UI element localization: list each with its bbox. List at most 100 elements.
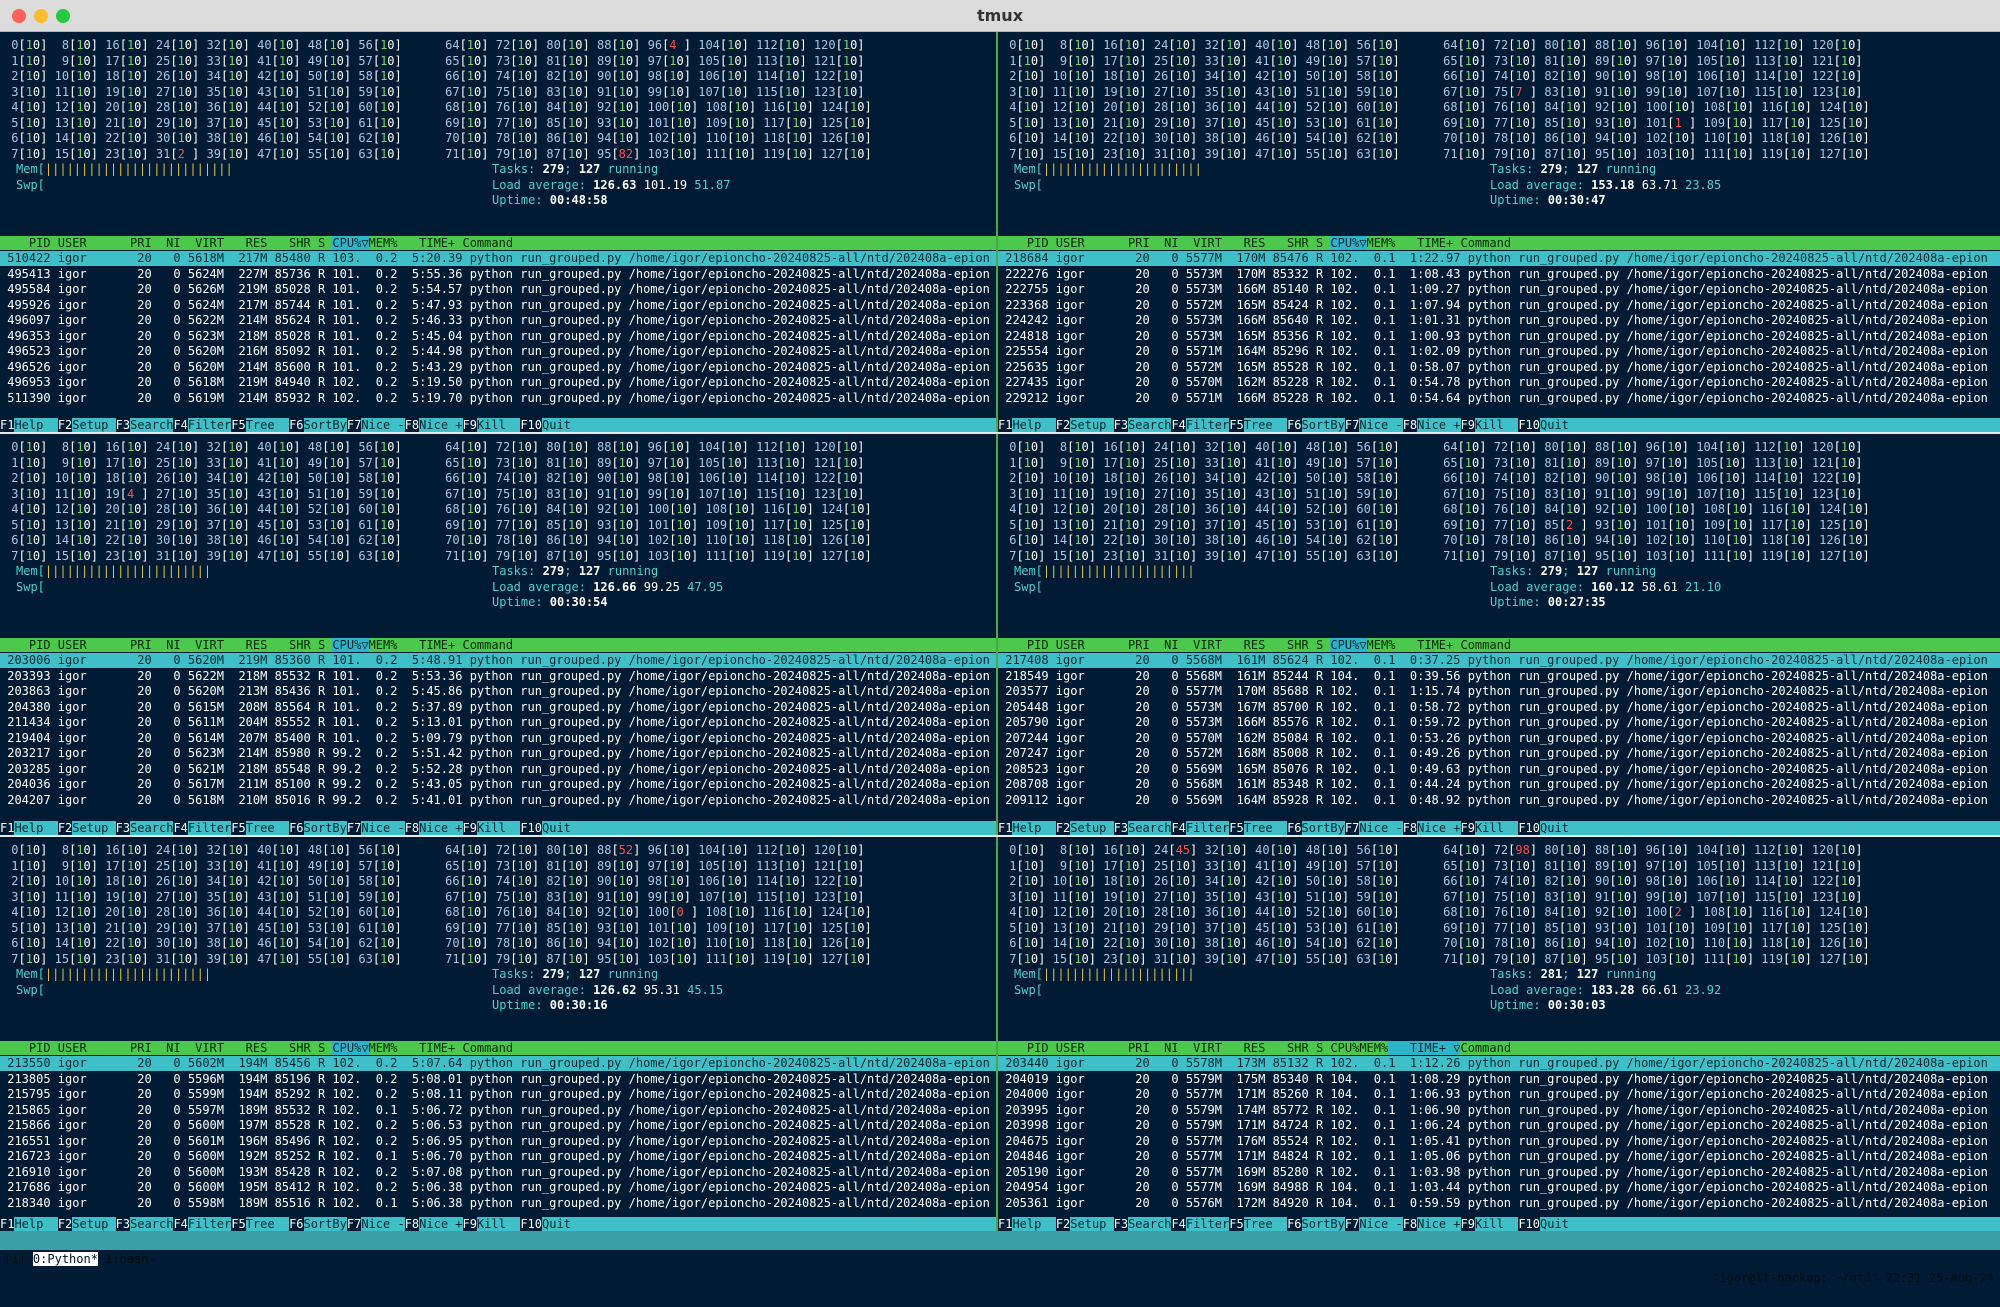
process-row[interactable]: 208523 igor 20 0 5569M 165M 85076 R 102.… bbox=[998, 762, 2000, 777]
column-header-user[interactable]: USER bbox=[1056, 638, 1128, 652]
column-header-shr[interactable]: SHR bbox=[1265, 638, 1309, 652]
function-key-f3[interactable]: F3Search bbox=[115, 418, 174, 432]
function-key-f3[interactable]: F3Search bbox=[115, 821, 174, 835]
htop-pane[interactable]: 0[10] 8[10] 16[10] 24[10] 32[10] 40[10] … bbox=[998, 32, 2000, 432]
column-header-pid[interactable]: PID bbox=[0, 236, 58, 250]
function-key-f10[interactable]: F10Quit bbox=[1518, 418, 1569, 432]
function-key-f4[interactable]: F4Filter bbox=[1171, 821, 1230, 835]
column-header-res[interactable]: RES bbox=[224, 236, 268, 250]
function-key-f7[interactable]: F7Nice - bbox=[346, 1217, 405, 1231]
process-row[interactable]: 223368 igor 20 0 5572M 165M 85424 R 102.… bbox=[998, 298, 2000, 313]
function-key-f8[interactable]: F8Nice + bbox=[404, 821, 463, 835]
function-key-f2[interactable]: F2Setup bbox=[1055, 821, 1114, 835]
column-header-cpu[interactable]: CPU% bbox=[332, 236, 362, 250]
column-header-command[interactable]: Command bbox=[462, 236, 513, 250]
column-header-mem[interactable]: MEM% bbox=[1367, 638, 1396, 652]
function-key-f7[interactable]: F7Nice - bbox=[1344, 821, 1403, 835]
column-header-pri[interactable]: PRI bbox=[130, 638, 152, 652]
column-header-command[interactable]: Command bbox=[1460, 638, 1511, 652]
function-key-f7[interactable]: F7Nice - bbox=[346, 418, 405, 432]
process-row[interactable]: 222755 igor 20 0 5573M 166M 85140 R 102.… bbox=[998, 282, 2000, 297]
process-row[interactable]: 224242 igor 20 0 5573M 166M 85640 R 102.… bbox=[998, 313, 2000, 328]
column-header-virt[interactable]: VIRT bbox=[1179, 638, 1222, 652]
function-key-f7[interactable]: F7Nice - bbox=[346, 821, 405, 835]
function-key-f10[interactable]: F10Quit bbox=[1518, 821, 1569, 835]
function-key-f8[interactable]: F8Nice + bbox=[404, 418, 463, 432]
column-header-pri[interactable]: PRI bbox=[1128, 638, 1150, 652]
column-header-ni[interactable]: NI bbox=[1150, 236, 1178, 250]
column-header-ni[interactable]: NI bbox=[152, 638, 180, 652]
column-header-cpu[interactable]: CPU% bbox=[332, 638, 362, 652]
column-header-cpu[interactable]: CPU% bbox=[1330, 638, 1360, 652]
function-key-f9[interactable]: F9Kill bbox=[1460, 418, 1519, 432]
htop-pane[interactable]: 0[10] 8[10] 16[10] 24[10] 32[10] 40[10] … bbox=[0, 434, 996, 835]
process-row[interactable]: 218340 igor 20 0 5598M 189M 85516 R 102.… bbox=[0, 1196, 996, 1211]
function-key-f1[interactable]: F1Help bbox=[998, 821, 1056, 835]
column-header-ni[interactable]: NI bbox=[152, 236, 180, 250]
function-key-f2[interactable]: F2Setup bbox=[1055, 418, 1114, 432]
function-key-f3[interactable]: F3Search bbox=[1113, 418, 1172, 432]
column-header-s[interactable]: S bbox=[1309, 638, 1331, 652]
column-header-time[interactable]: TIME+ bbox=[397, 1041, 462, 1055]
function-key-f6[interactable]: F6SortBy bbox=[1287, 418, 1345, 432]
function-key-f5[interactable]: F5Tree bbox=[1229, 418, 1288, 432]
column-header-ni[interactable]: NI bbox=[152, 1041, 180, 1055]
column-header-mem[interactable]: MEM% bbox=[1367, 236, 1396, 250]
column-header-virt[interactable]: VIRT bbox=[181, 1041, 224, 1055]
process-row[interactable]: 222276 igor 20 0 5573M 170M 85332 R 102.… bbox=[998, 267, 2000, 282]
process-row[interactable]: 203217 igor 20 0 5623M 214M 85980 R 99.2… bbox=[0, 746, 996, 761]
column-header-user[interactable]: USER bbox=[58, 1041, 130, 1055]
function-key-f10[interactable]: F10Quit bbox=[520, 418, 571, 432]
column-header-mem[interactable]: MEM% bbox=[369, 638, 398, 652]
function-key-f9[interactable]: F9Kill bbox=[1460, 821, 1519, 835]
process-row[interactable]: 215866 igor 20 0 5600M 197M 85528 R 102.… bbox=[0, 1118, 996, 1133]
column-header-s[interactable]: S bbox=[311, 236, 333, 250]
column-header-s[interactable]: S bbox=[1309, 236, 1331, 250]
function-key-f8[interactable]: F8Nice + bbox=[404, 1217, 463, 1231]
process-row[interactable]: 496526 igor 20 0 5620M 214M 85600 R 101.… bbox=[0, 360, 996, 375]
function-key-f1[interactable]: F1Help bbox=[0, 418, 58, 432]
function-key-f9[interactable]: F9Kill bbox=[462, 418, 521, 432]
process-row[interactable]: 496523 igor 20 0 5620M 216M 85092 R 101.… bbox=[0, 344, 996, 359]
function-key-f7[interactable]: F7Nice - bbox=[1344, 418, 1403, 432]
function-key-f2[interactable]: F2Setup bbox=[57, 1217, 116, 1231]
process-row[interactable]: 496953 igor 20 0 5618M 219M 84940 R 102.… bbox=[0, 375, 996, 390]
column-header-pri[interactable]: PRI bbox=[130, 236, 152, 250]
column-header-time[interactable]: TIME+ bbox=[1395, 236, 1460, 250]
column-header-mem[interactable]: MEM% bbox=[369, 236, 398, 250]
column-header-cpu[interactable]: CPU% bbox=[1330, 236, 1360, 250]
column-header-cpu[interactable]: CPU% bbox=[332, 1041, 362, 1055]
column-header-ni[interactable]: NI bbox=[1150, 638, 1178, 652]
process-row[interactable]: 511390 igor 20 0 5619M 214M 85932 R 102.… bbox=[0, 391, 996, 406]
process-row[interactable]: 216551 igor 20 0 5601M 196M 85496 R 102.… bbox=[0, 1134, 996, 1149]
column-header-time[interactable]: TIME+ bbox=[1395, 638, 1460, 652]
process-row[interactable]: 217408 igor 20 0 5568M 161M 85624 R 102.… bbox=[998, 653, 2000, 668]
process-row[interactable]: 215795 igor 20 0 5599M 194M 85292 R 102.… bbox=[0, 1087, 996, 1102]
function-key-f1[interactable]: F1Help bbox=[998, 418, 1056, 432]
process-row[interactable]: 495584 igor 20 0 5626M 219M 85028 R 101.… bbox=[0, 282, 996, 297]
process-row[interactable]: 496353 igor 20 0 5623M 218M 85028 R 101.… bbox=[0, 329, 996, 344]
column-header-res[interactable]: RES bbox=[1222, 638, 1266, 652]
column-header-virt[interactable]: VIRT bbox=[181, 236, 224, 250]
function-key-f4[interactable]: F4Filter bbox=[173, 418, 232, 432]
process-row[interactable]: 217686 igor 20 0 5600M 195M 85412 R 102.… bbox=[0, 1180, 996, 1195]
process-row[interactable]: 207244 igor 20 0 5570M 162M 85084 R 102.… bbox=[998, 731, 2000, 746]
function-key-f5[interactable]: F5Tree bbox=[1229, 821, 1288, 835]
process-row[interactable]: 224818 igor 20 0 5573M 165M 85356 R 102.… bbox=[998, 329, 2000, 344]
process-row[interactable]: 203863 igor 20 0 5620M 213M 85436 R 101.… bbox=[0, 684, 996, 699]
process-row[interactable]: 218684 igor 20 0 5577M 170M 85476 R 102.… bbox=[998, 251, 2000, 266]
column-header-virt[interactable]: VIRT bbox=[181, 638, 224, 652]
process-row[interactable]: 203393 igor 20 0 5622M 218M 85532 R 101.… bbox=[0, 669, 996, 684]
column-header-shr[interactable]: SHR bbox=[1265, 236, 1309, 250]
function-key-f8[interactable]: F8Nice + bbox=[1402, 418, 1461, 432]
column-header-shr[interactable]: SHR bbox=[267, 638, 311, 652]
column-header-virt[interactable]: VIRT bbox=[1179, 236, 1222, 250]
function-key-f2[interactable]: F2Setup bbox=[57, 821, 116, 835]
process-row[interactable]: 225635 igor 20 0 5572M 165M 85528 R 102.… bbox=[998, 360, 2000, 375]
column-header-user[interactable]: USER bbox=[1056, 236, 1128, 250]
process-row[interactable]: 207247 igor 20 0 5572M 168M 85008 R 102.… bbox=[998, 746, 2000, 761]
process-row[interactable]: 204207 igor 20 0 5618M 210M 85016 R 99.2… bbox=[0, 793, 996, 808]
process-row[interactable]: 209112 igor 20 0 5569M 164M 85928 R 102.… bbox=[998, 793, 2000, 808]
process-row[interactable]: 495926 igor 20 0 5624M 217M 85744 R 101.… bbox=[0, 298, 996, 313]
htop-pane[interactable]: 0[10] 8[10] 16[10] 24[10] 32[10] 40[10] … bbox=[998, 434, 2000, 835]
